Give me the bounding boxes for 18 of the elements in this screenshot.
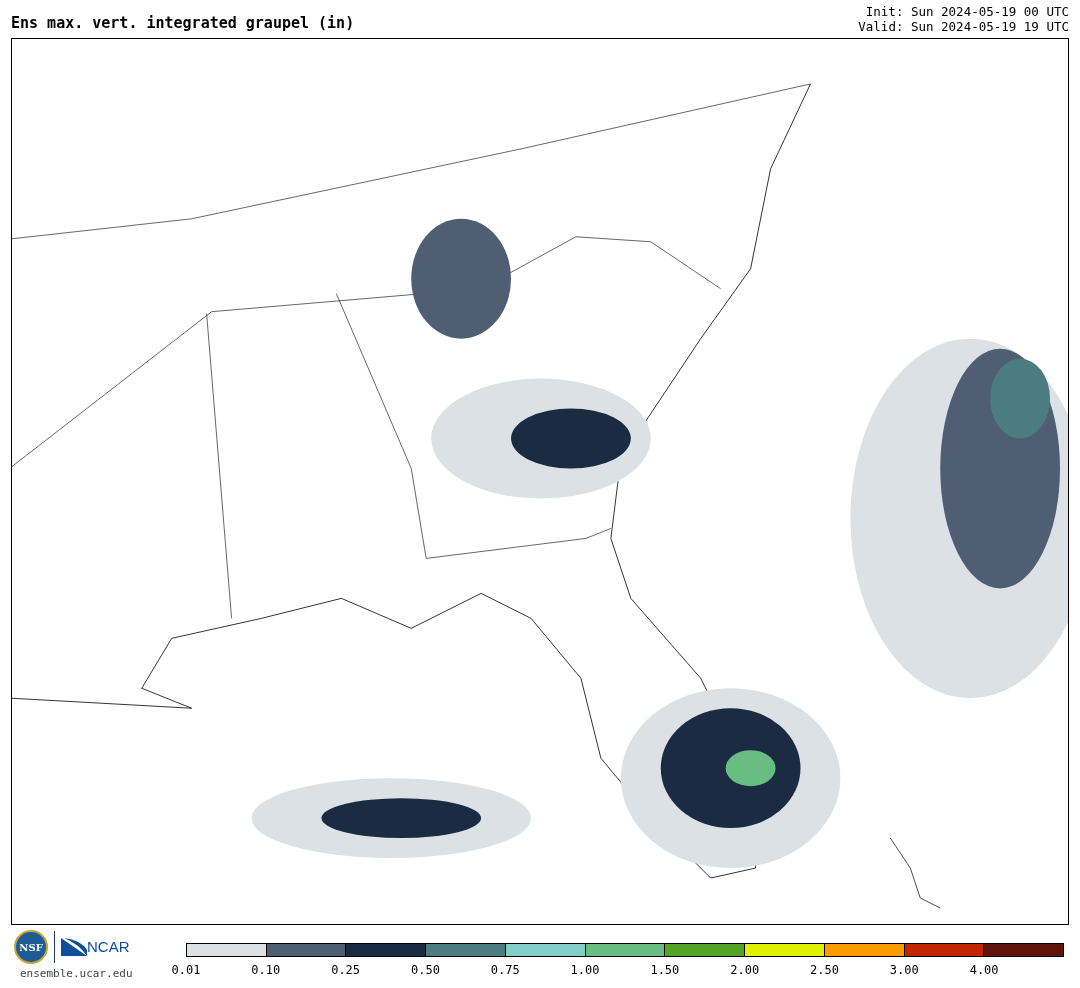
- scale-label: 0.01: [171, 962, 201, 978]
- nsf-logo: NSF: [14, 930, 48, 964]
- scale-label: 0.75: [490, 962, 520, 978]
- scale-label: 1.50: [650, 962, 680, 978]
- scale-label: 2.50: [810, 962, 839, 978]
- init-time: Init: Sun 2024-05-19 00 UTC: [865, 4, 1069, 19]
- valid-time: Valid: Sun 2024-05-19 19 UTC: [858, 19, 1069, 34]
- site-url: ensemble.ucar.edu: [20, 966, 134, 982]
- ncar-logo: NCAR: [61, 935, 130, 959]
- ncar-emblem-icon: [61, 938, 87, 956]
- scale-label: 0.50: [411, 962, 440, 978]
- chart-title: Ens max. vert. integrated graupel (in): [11, 12, 355, 34]
- scale-label: 4.00: [969, 962, 999, 978]
- scale-label: 0.10: [251, 962, 281, 978]
- scale-label: 0.25: [331, 962, 361, 978]
- scale-label: 3.00: [889, 962, 919, 978]
- scale-label: 2.00: [730, 962, 760, 978]
- scale-label: 1.00: [570, 962, 600, 978]
